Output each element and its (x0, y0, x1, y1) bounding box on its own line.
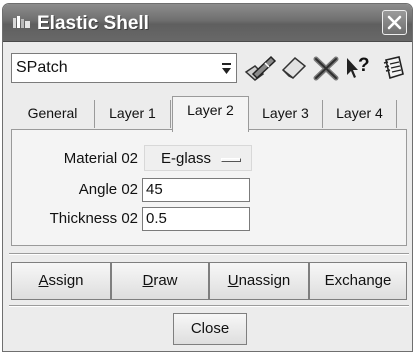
unassign-label: nassign (238, 272, 291, 289)
pencil-edit-icon[interactable] (243, 54, 277, 82)
whats-this-help-icon[interactable]: ? (345, 54, 375, 82)
unassign-mnemonic: U (227, 272, 239, 289)
divider (9, 253, 409, 255)
draw-label: raw (153, 272, 178, 289)
angle-label: Angle 02 (78, 181, 138, 198)
cursor-arrow-icon (347, 58, 358, 78)
layer-2-panel: Material 02 E-glass Angle 02 45 Thicknes… (11, 129, 407, 246)
notebook-icon[interactable] (381, 54, 407, 82)
close-label: lose (201, 320, 230, 337)
window-close-button[interactable] (382, 10, 407, 35)
close-button[interactable]: Close (173, 313, 247, 345)
assign-label: ssign (48, 272, 84, 289)
tab-general[interactable]: General (11, 100, 95, 128)
close-icon (387, 15, 402, 30)
app-icon (13, 16, 30, 28)
title-bar[interactable]: Elastic Shell (3, 4, 412, 42)
assign-mnemonic: A (38, 272, 49, 289)
draw-mnemonic: D (142, 272, 154, 289)
thickness-input[interactable]: 0.5 (142, 207, 250, 231)
close-mnemonic: C (190, 320, 202, 337)
angle-input[interactable]: 45 (142, 178, 250, 202)
divider (9, 305, 409, 307)
elastic-shell-dialog: Elastic Shell SPatch ? General Layer 1 L… (2, 3, 413, 352)
eraser-icon[interactable] (279, 54, 309, 82)
tab-layer-3[interactable]: Layer 3 (249, 100, 323, 128)
layer-tabs: General Layer 1 Layer 2 Layer 3 Layer 4 (11, 96, 407, 132)
option-indicator-icon (221, 158, 241, 162)
tab-layer-4[interactable]: Layer 4 (323, 100, 397, 128)
delete-x-icon[interactable] (311, 54, 341, 82)
material-label: Material 02 (63, 150, 138, 167)
draw-button[interactable]: Draw (111, 262, 209, 300)
unassign-button[interactable]: Unassign (209, 262, 309, 300)
exchange-button[interactable]: Exchange (309, 262, 407, 300)
tab-layer-1[interactable]: Layer 1 (95, 100, 171, 128)
assign-button[interactable]: Assign (11, 262, 111, 300)
thickness-label: Thickness 02 (49, 210, 138, 227)
window-title: Elastic Shell (37, 13, 149, 34)
patch-select-value: SPatch (16, 59, 68, 76)
material-select-button[interactable]: E-glass (144, 145, 252, 171)
tab-layer-2[interactable]: Layer 2 (172, 96, 249, 132)
material-value: E-glass (161, 150, 212, 167)
help-question-mark: ? (358, 55, 370, 76)
patch-select[interactable]: SPatch (11, 53, 237, 83)
dropdown-arrow-icon[interactable] (221, 62, 232, 76)
